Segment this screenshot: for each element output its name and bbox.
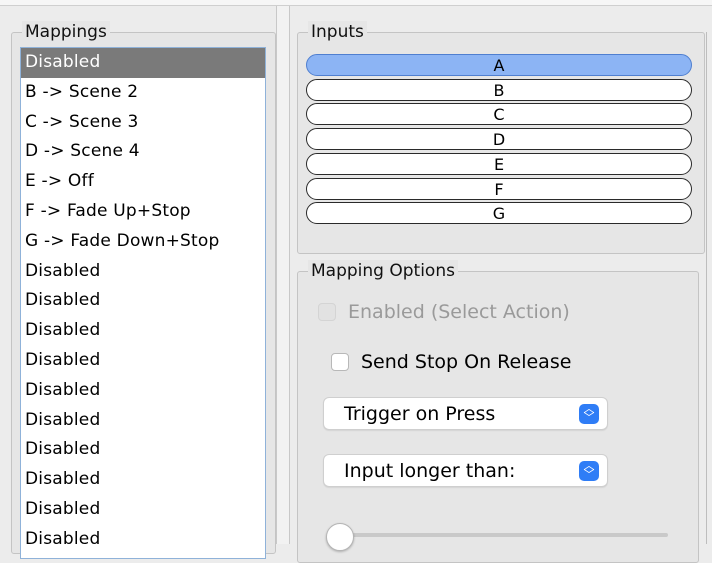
inputs-legend: Inputs — [308, 21, 367, 43]
duration-slider-track[interactable] — [328, 533, 668, 537]
input-duration-select-value: Input longer than: — [344, 460, 516, 482]
input-duration-select[interactable]: Input longer than: ︿ ﹀ — [323, 454, 608, 487]
mapping-list-item[interactable]: Disabled — [21, 286, 265, 316]
input-button-f[interactable]: F — [306, 177, 692, 200]
trigger-select-value: Trigger on Press — [344, 403, 496, 425]
top-border — [0, 0, 712, 6]
enabled-label: Enabled (Select Action) — [348, 301, 570, 323]
updown-chevron-icon: ︿ ﹀ — [579, 460, 599, 481]
input-button-c[interactable]: C — [306, 103, 692, 126]
mapping-options-legend: Mapping Options — [308, 260, 458, 282]
right-edge — [706, 32, 707, 544]
updown-chevron-icon: ︿ ﹀ — [579, 403, 599, 424]
mapping-list-item[interactable]: G -> Fade Down+Stop — [21, 227, 265, 257]
mapping-list-item[interactable]: D -> Scene 4 — [21, 137, 265, 167]
input-button-a[interactable]: A — [306, 54, 692, 76]
send-stop-checkbox[interactable] — [331, 353, 349, 371]
mapping-list-item[interactable]: Disabled — [21, 48, 265, 78]
send-stop-checkbox-row[interactable]: Send Stop On Release — [331, 351, 571, 373]
mapping-list-item[interactable]: F -> Fade Up+Stop — [21, 197, 265, 227]
input-button-g[interactable]: G — [306, 202, 692, 225]
mapping-list-item[interactable]: B -> Scene 2 — [21, 78, 265, 108]
enabled-checkbox-row[interactable]: Enabled (Select Action) — [318, 301, 570, 323]
input-button-d[interactable]: D — [306, 128, 692, 151]
mapping-list-item[interactable]: Disabled — [21, 465, 265, 495]
duration-slider-thumb[interactable] — [326, 523, 354, 551]
mapping-list-item[interactable]: Disabled — [21, 316, 265, 346]
mapping-list-item[interactable]: Disabled — [21, 406, 265, 436]
mapping-list-item[interactable]: Disabled — [21, 435, 265, 465]
send-stop-label: Send Stop On Release — [361, 351, 572, 373]
input-button-b[interactable]: B — [306, 78, 692, 101]
mapping-list-item[interactable]: C -> Scene 3 — [21, 108, 265, 138]
mappings-legend: Mappings — [22, 21, 110, 43]
mappings-list[interactable]: Disabled B -> Scene 2C -> Scene 3D -> Sce… — [20, 47, 266, 559]
trigger-select[interactable]: Trigger on Press ︿ ﹀ — [323, 397, 608, 430]
mapping-list-item[interactable]: E -> Off — [21, 167, 265, 197]
input-button-e[interactable]: E — [306, 152, 692, 175]
mapping-list-item[interactable]: Disabled — [21, 525, 265, 555]
panel-divider[interactable] — [276, 0, 290, 544]
mapping-list-item[interactable]: Disabled — [21, 495, 265, 525]
mapping-list-item[interactable]: Disabled — [21, 376, 265, 406]
enabled-checkbox[interactable] — [318, 303, 336, 321]
mapping-list-item[interactable]: Disabled — [21, 257, 265, 287]
mapping-list-item[interactable]: Disabled — [21, 346, 265, 376]
